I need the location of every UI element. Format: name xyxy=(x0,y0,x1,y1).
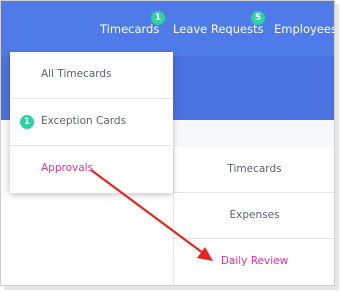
annotation-arrow xyxy=(90,169,213,261)
annotation-arrow-shaft xyxy=(90,169,204,254)
